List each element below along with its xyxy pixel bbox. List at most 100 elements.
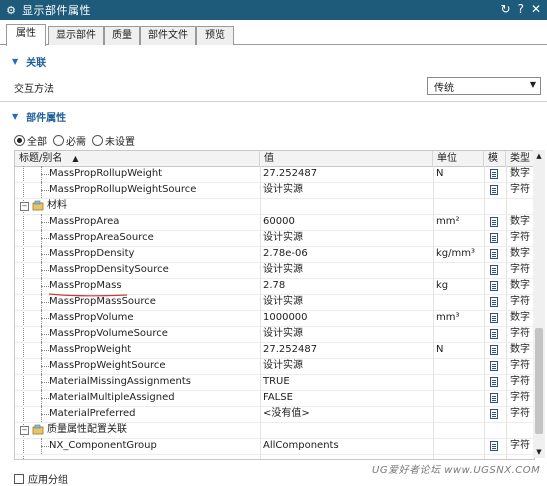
table-row[interactable]: MassPropAreaSource 设计实源 字符 (15, 230, 534, 247)
table-row[interactable]: MassPropVolumeSource 设计实源 字符 (15, 326, 534, 343)
help-icon[interactable]: ? (518, 2, 524, 16)
tree-connector (41, 390, 42, 406)
property-value: 2.78 (263, 280, 286, 291)
radio-unselected-icon (92, 135, 103, 146)
table-row[interactable]: MaterialPreferred <没有值> 字符 (15, 406, 534, 423)
tree-connector (41, 342, 42, 358)
tree-connector (41, 262, 42, 278)
radio-unselected-icon (53, 135, 64, 146)
tree-connector (41, 294, 42, 310)
document-icon[interactable] (490, 329, 498, 339)
property-unit: mm² (436, 216, 460, 227)
table-header: 标题/别名 ▲ 值 单位 模 类型 (15, 151, 534, 167)
group-folder-icon (32, 200, 44, 212)
document-icon[interactable] (490, 393, 498, 403)
document-icon[interactable] (490, 281, 498, 291)
document-icon[interactable] (490, 441, 498, 451)
tree-connector (41, 326, 42, 342)
tab-displayed-part[interactable]: 显示部件 (48, 26, 104, 45)
property-type: 数字 (510, 168, 530, 179)
property-name: NX_ComponentGroup (49, 440, 157, 451)
document-icon[interactable] (490, 377, 498, 387)
filter-required-radio[interactable]: 必需 (53, 133, 86, 148)
property-type: 字符 (510, 408, 530, 419)
settings-gear-icon: ⚙ (6, 3, 16, 17)
filter-all-radio[interactable]: 全部 (14, 133, 47, 148)
table-row[interactable]: MassPropVolume 1000000 mm³ 数字 (15, 310, 534, 327)
document-icon[interactable] (490, 409, 498, 419)
property-name: MassPropRollupWeight (49, 168, 163, 179)
document-icon[interactable] (490, 297, 498, 307)
document-icon[interactable] (490, 233, 498, 243)
document-icon[interactable] (490, 185, 498, 195)
tree-connector (41, 254, 49, 255)
reset-icon[interactable]: ↻ (501, 2, 511, 16)
watermark-text: UG爱好者论坛 www.UGSNX.COM (372, 465, 541, 476)
table-row[interactable]: MaterialMultipleAssigned FALSE 字符 (15, 390, 534, 407)
apply-group-row[interactable]: 应用分组 (14, 471, 68, 486)
tab-mass[interactable]: 质量 (104, 26, 140, 45)
property-unit: kg/mm³ (436, 248, 475, 259)
document-icon[interactable] (490, 345, 498, 355)
vertical-scrollbar[interactable]: ▲ ▼ (533, 150, 545, 458)
property-value: 设计实源 (263, 360, 303, 371)
tree-connector (41, 350, 49, 351)
table-group-row[interactable]: − 质量属性配置关联 (15, 422, 534, 439)
filter-unset-radio[interactable]: 未设置 (92, 133, 135, 148)
document-icon[interactable] (490, 169, 498, 179)
property-value: 设计实源 (263, 232, 303, 243)
column-header-type[interactable]: 类型 (506, 151, 534, 166)
tree-connector (41, 382, 49, 383)
property-name: MaterialMultipleAssigned (49, 392, 175, 403)
tree-connector (41, 222, 49, 223)
tab-part-file[interactable]: 部件文件 (140, 26, 196, 45)
column-header-unit[interactable]: 单位 (433, 151, 484, 166)
property-name: MassPropRollupWeightSource (49, 184, 197, 195)
table-row[interactable]: MassPropArea 60000 mm² 数字 (15, 214, 534, 231)
table-row[interactable]: MassPropRollupWeight 27.252487 N 数字 (15, 166, 534, 183)
document-icon[interactable] (490, 265, 498, 275)
chevron-down-icon: ▼ (529, 80, 536, 89)
column-header-mode[interactable]: 模 (484, 151, 506, 166)
table-row[interactable]: MassPropRollupWeightSource 设计实源 字符 (15, 182, 534, 199)
scroll-up-icon[interactable]: ▲ (533, 150, 545, 162)
scroll-down-icon[interactable]: ▼ (533, 446, 545, 458)
tree-connector (41, 238, 49, 239)
interaction-method-value: 传统 (434, 83, 454, 94)
apply-group-label: 应用分组 (28, 475, 68, 486)
property-unit: N (436, 344, 444, 355)
column-header-value[interactable]: 值 (260, 151, 433, 166)
association-section-header[interactable]: ▼ 关联 (0, 53, 547, 69)
scroll-thumb[interactable] (535, 328, 543, 434)
property-value: 60000 (263, 216, 295, 227)
table-row[interactable]: MassPropWeight 27.252487 N 数字 (15, 342, 534, 359)
collapse-box-icon[interactable]: − (20, 426, 29, 435)
apply-group-checkbox[interactable] (14, 473, 24, 484)
document-icon[interactable] (490, 313, 498, 323)
tab-properties[interactable]: 属性 (6, 24, 46, 46)
collapse-box-icon[interactable]: − (20, 202, 29, 211)
table-row[interactable]: NX_ComponentGroup AllComponents 字符 (15, 438, 534, 455)
property-table: 标题/别名 ▲ 值 单位 模 类型 MassPropRollupWeight 27.… (14, 150, 535, 460)
column-header-title[interactable]: 标题/别名 ▲ (15, 151, 260, 166)
table-row[interactable]: MassPropDensitySource 设计实源 字符 (15, 262, 534, 279)
tree-connector (41, 334, 49, 335)
window-title: 显示部件属性 (22, 4, 91, 17)
part-properties-section-header[interactable]: ▼ 部件属性 (0, 108, 547, 124)
tree-connector (41, 246, 42, 262)
tab-preview[interactable]: 预览 (196, 26, 234, 45)
table-group-row[interactable]: − 材料 (15, 198, 534, 215)
property-name: MassPropVolume (49, 312, 134, 323)
property-name: MaterialMissingAssignments (49, 376, 192, 387)
table-row[interactable]: MassPropWeightSource 设计实源 字符 (15, 358, 534, 375)
interaction-method-select[interactable]: 传统 ▼ (427, 77, 541, 95)
table-row[interactable]: MassPropDensity 2.78e-06 kg/mm³ 数字 (15, 246, 534, 263)
table-row[interactable]: MaterialMissingAssignments TRUE 字符 (15, 374, 534, 391)
tree-connector (41, 166, 42, 182)
close-icon[interactable]: ✕ (531, 2, 541, 16)
document-icon[interactable] (490, 217, 498, 227)
radio-selected-icon (14, 135, 25, 146)
document-icon[interactable] (490, 361, 498, 371)
property-type: 字符 (510, 184, 530, 195)
document-icon[interactable] (490, 249, 498, 259)
